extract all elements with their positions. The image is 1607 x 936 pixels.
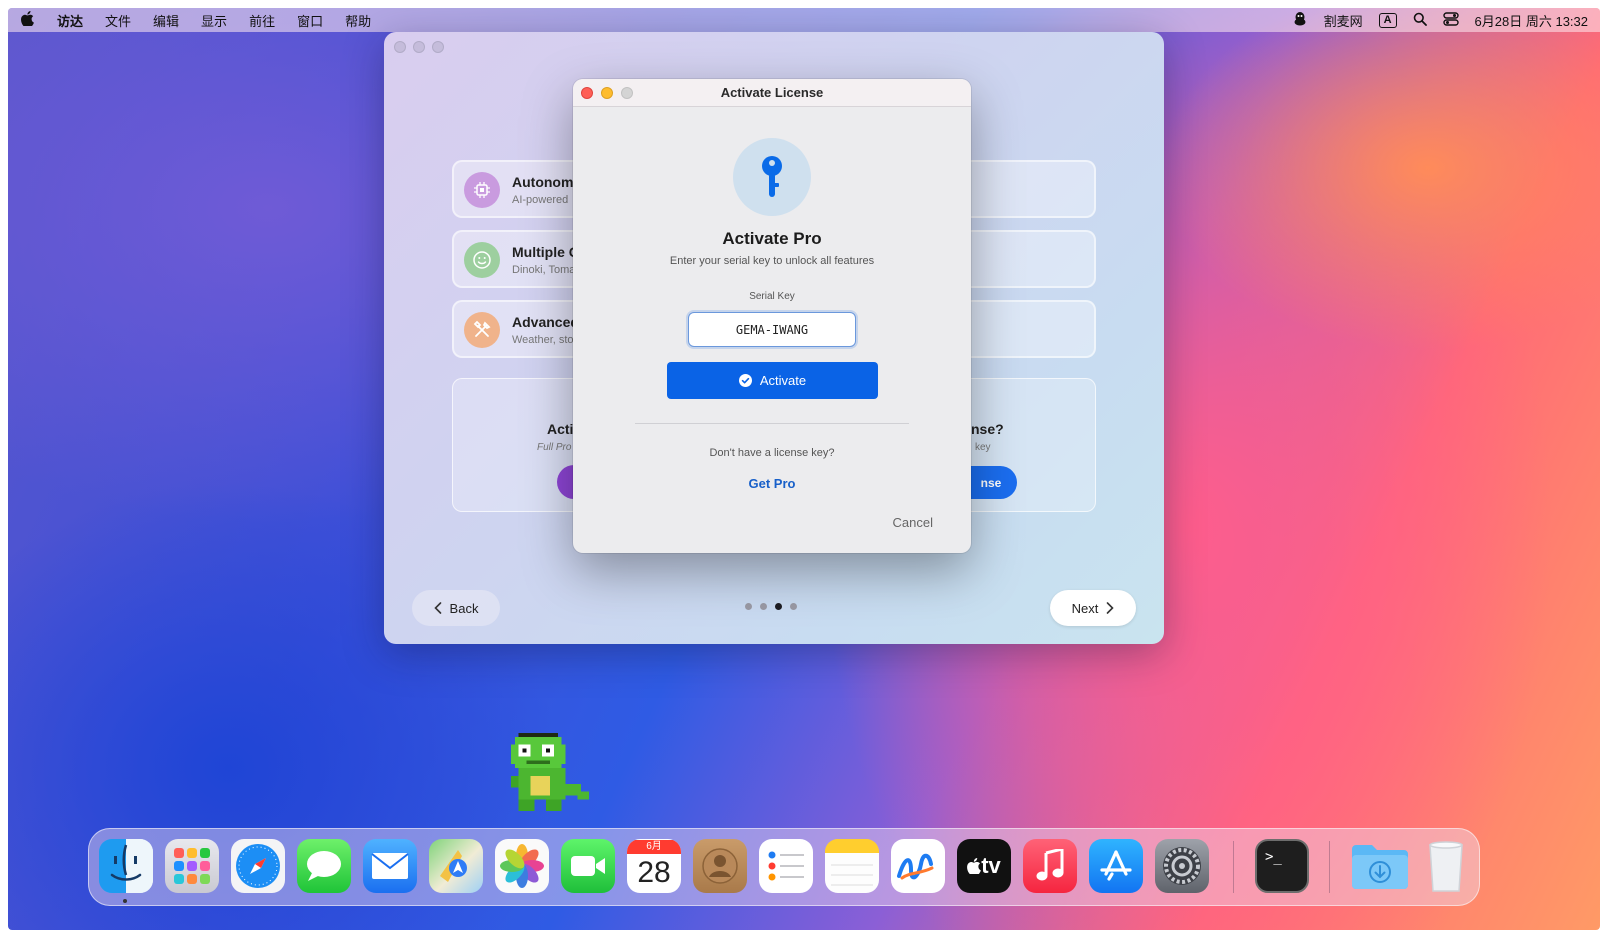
get-pro-link[interactable]: Get Pro (573, 476, 971, 491)
photos-icon[interactable] (495, 839, 549, 893)
checkmark-circle-icon (738, 374, 752, 387)
terminal-prompt: >_ (1265, 849, 1282, 865)
no-license-text: Don't have a license key? (709, 447, 835, 459)
downloads-folder-icon[interactable] (1349, 839, 1411, 893)
dialog-subtitle: Enter your serial key to unlock all feat… (669, 255, 875, 267)
safari-icon[interactable] (231, 839, 285, 893)
option-subtitle: key (975, 442, 991, 453)
trash-icon[interactable] (1419, 839, 1473, 893)
cancel-button[interactable]: Cancel (893, 515, 933, 530)
dialog-heading: Activate Pro (722, 229, 822, 248)
menu-view[interactable]: 显示 (190, 11, 238, 30)
page-dot-active[interactable] (775, 603, 782, 610)
cpu-chip-icon (464, 172, 500, 208)
qq-icon[interactable] (1292, 11, 1308, 30)
activate-button[interactable]: Activate (667, 362, 878, 399)
page-dot[interactable] (790, 603, 797, 610)
next-button-label: Next (1071, 600, 1099, 616)
calendar-month: 6月 (627, 840, 681, 854)
dock-separator (1329, 841, 1330, 893)
back-button[interactable]: Back (412, 590, 500, 626)
notes-icon[interactable] (825, 839, 879, 893)
mail-icon[interactable] (363, 839, 417, 893)
tv-label: tv (981, 853, 1001, 878)
serial-key-input[interactable] (688, 312, 856, 347)
reminders-icon[interactable] (759, 839, 813, 893)
menu-go[interactable]: 前往 (238, 11, 286, 30)
status-app-name[interactable]: 割麦网 (1324, 11, 1363, 30)
facetime-icon[interactable] (561, 839, 615, 893)
window-minimize-button[interactable] (413, 41, 425, 53)
launchpad-icon[interactable] (165, 839, 219, 893)
serial-key-label: Serial Key (749, 291, 795, 302)
apple-menu-icon[interactable] (8, 11, 46, 29)
menu-file[interactable]: 文件 (94, 11, 142, 30)
key-icon (762, 156, 782, 197)
chevron-right-icon (1107, 602, 1114, 614)
feature-title: Multiple C (512, 244, 579, 260)
calendar-icon[interactable]: 6月 28 (627, 839, 681, 893)
option-title: Acti (547, 421, 574, 437)
window-close-button[interactable] (394, 41, 406, 53)
chevron-left-icon (433, 602, 441, 614)
smiley-face-icon (464, 242, 500, 278)
maps-icon[interactable] (429, 839, 483, 893)
finder-icon[interactable] (99, 839, 153, 893)
calendar-day: 28 (637, 856, 671, 889)
contacts-icon[interactable] (693, 839, 747, 893)
key-icon-badge (733, 138, 811, 216)
window-zoom-button[interactable] (432, 41, 444, 53)
dialog-titlebar: Activate License (573, 79, 971, 107)
feature-subtitle: Weather, sto (512, 334, 574, 346)
page-dot[interactable] (745, 603, 752, 610)
settings-icon[interactable] (1155, 839, 1209, 893)
menu-clock[interactable]: 6月28日 周六 13:32 (1475, 11, 1588, 30)
page-dot[interactable] (760, 603, 767, 610)
input-method-indicator[interactable]: A (1378, 12, 1397, 28)
spotlight-search-icon[interactable] (1413, 12, 1427, 29)
control-center-icon[interactable] (1442, 11, 1459, 29)
dialog-title: Activate License (720, 85, 824, 100)
dinosaur-pet-icon[interactable] (502, 733, 594, 815)
finder-running-indicator (123, 899, 127, 903)
music-icon[interactable] (1023, 839, 1077, 893)
menu-bar: 访达 文件 编辑 显示 前往 窗口 帮助 割麦网 A 6月28日 周六 13:3… (8, 8, 1600, 32)
terminal-icon[interactable]: >_ (1255, 839, 1309, 893)
tools-icon (464, 312, 500, 348)
dialog-divider (635, 423, 909, 424)
messages-icon[interactable] (297, 839, 351, 893)
apple-logo-icon (967, 858, 982, 874)
activate-license-dialog: Activate License Activate Pro Enter your… (573, 79, 971, 553)
buy-license-button[interactable]: nse (965, 466, 1017, 499)
dock-separator (1233, 841, 1234, 893)
menu-finder[interactable]: 访达 (46, 11, 94, 30)
desktop: 访达 文件 编辑 显示 前往 窗口 帮助 割麦网 A 6月28日 周六 13:3… (8, 8, 1600, 930)
option-title: nse? (971, 421, 1004, 437)
feature-subtitle: AI-powered (512, 194, 569, 206)
feature-title: Autonome (512, 174, 582, 190)
next-button[interactable]: Next (1050, 590, 1136, 626)
app-store-icon[interactable] (1089, 839, 1143, 893)
dock: 6月 28 tv >_ (88, 828, 1480, 906)
menu-window[interactable]: 窗口 (286, 11, 334, 30)
freeform-icon[interactable] (891, 839, 945, 893)
option-subtitle: Full Pro (537, 442, 572, 453)
back-button-label: Back (449, 600, 479, 616)
feature-title: Advanced (512, 314, 579, 330)
activate-button-label: Activate (759, 373, 807, 388)
menu-help[interactable]: 帮助 (334, 11, 382, 30)
feature-subtitle: Dinoki, Toma (512, 264, 576, 276)
page-indicator (745, 603, 797, 610)
menu-edit[interactable]: 编辑 (142, 11, 190, 30)
tv-icon[interactable]: tv (957, 839, 1011, 893)
